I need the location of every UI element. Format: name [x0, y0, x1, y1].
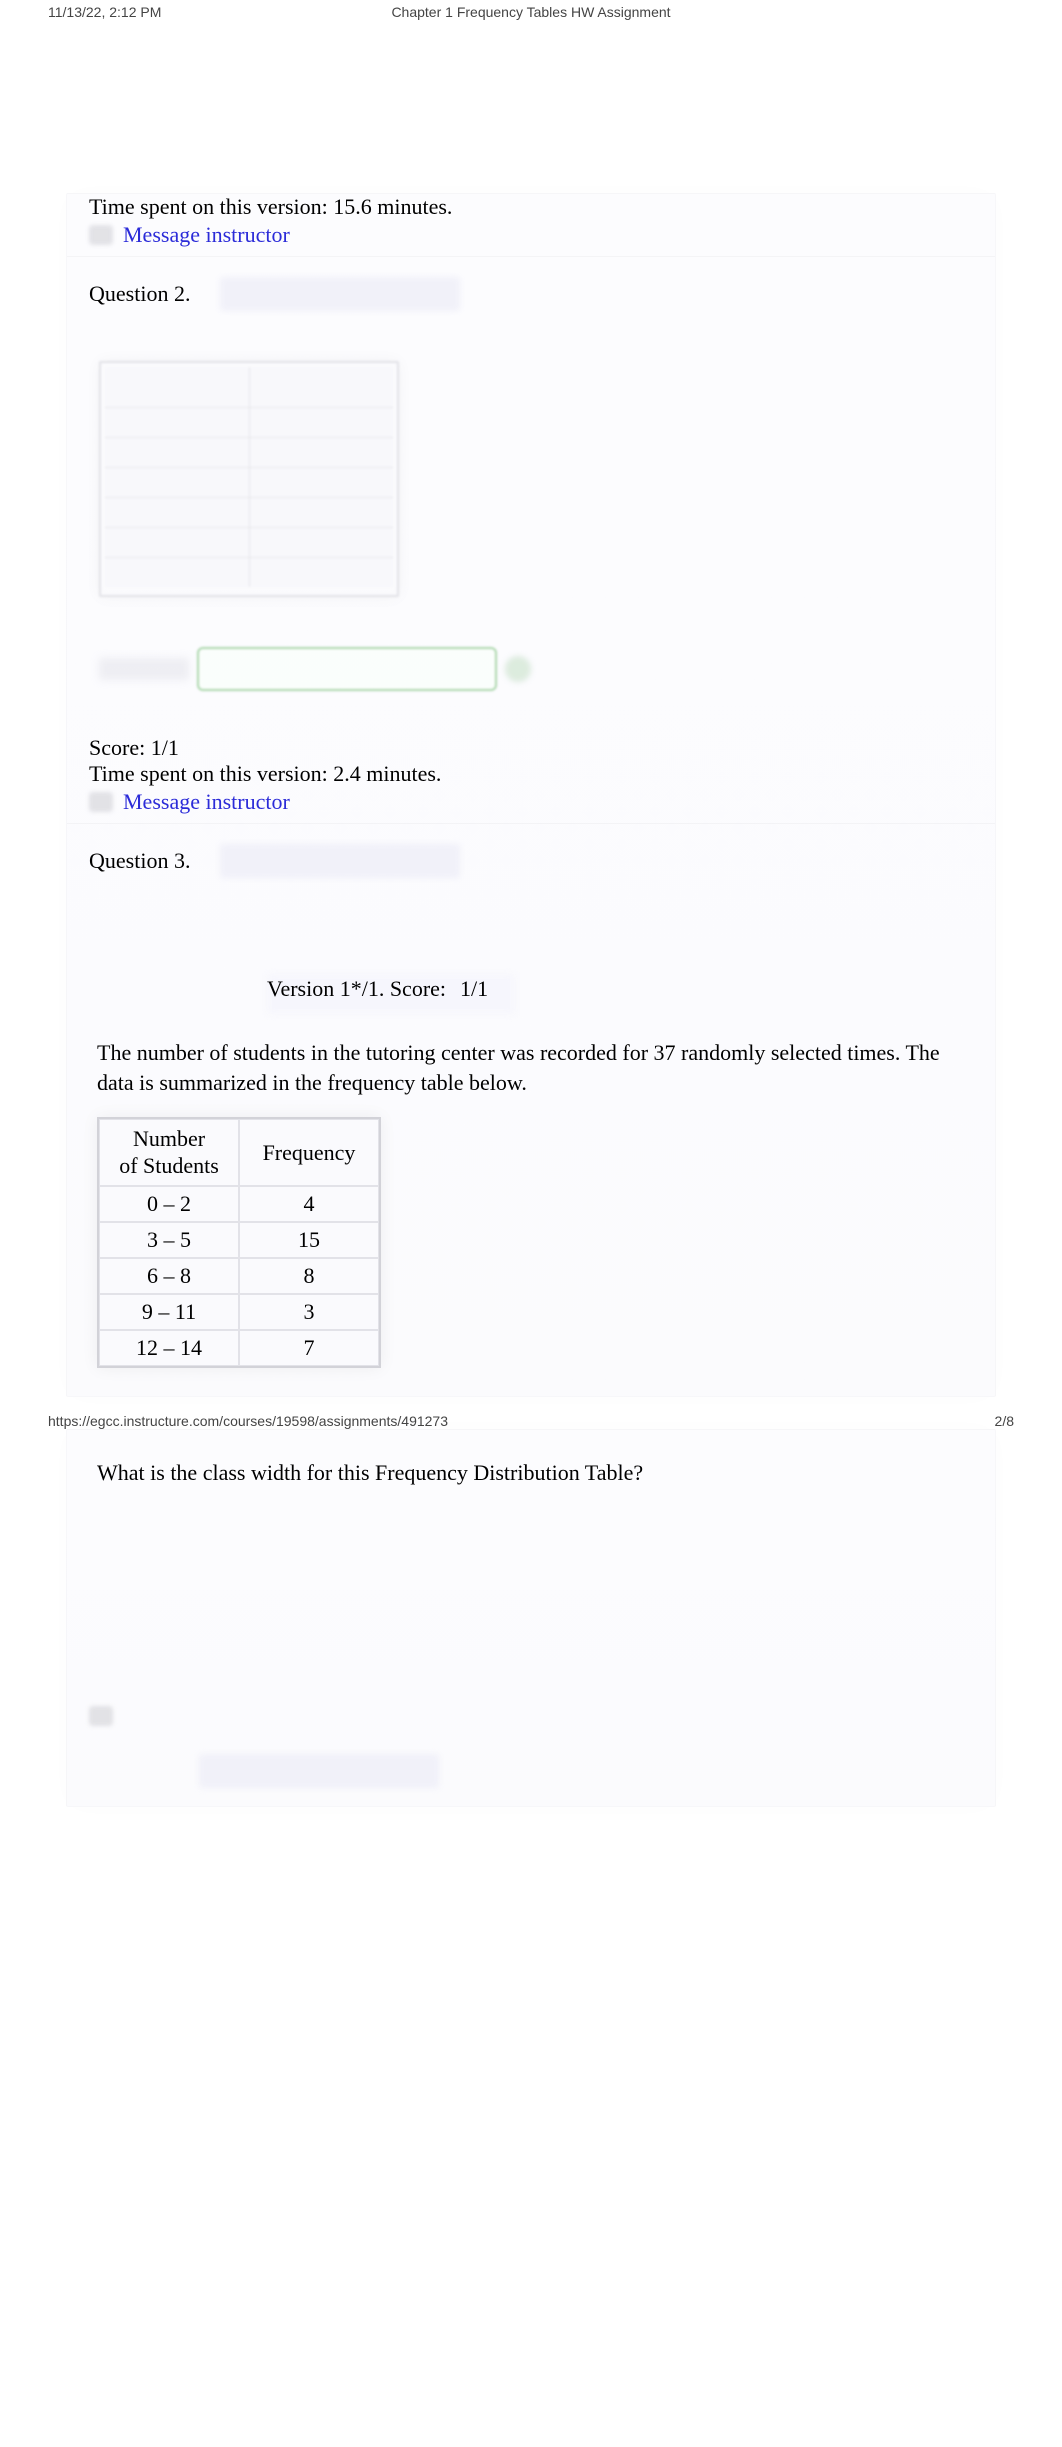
answer-input-redacted[interactable]: [197, 647, 497, 691]
table-row: 3 – 5 15: [99, 1222, 379, 1258]
question-3-version-row: Version 1*/1. Score: 1/1: [67, 884, 995, 1020]
message-icon: [89, 792, 113, 812]
question-3-body: The number of students in the tutoring c…: [67, 1020, 995, 1368]
redacted-footer-row: [67, 1736, 995, 1806]
freq-cell: 3: [239, 1294, 379, 1330]
print-page-number: 2/8: [995, 1413, 1014, 1429]
version-text: Version 1*/1. Score:: [267, 976, 446, 1002]
question-2-label: Question 2.: [89, 281, 190, 307]
col1-header-line2: of Students: [119, 1153, 219, 1178]
question-2-table-redacted: [99, 361, 399, 597]
answer-correct-icon: [505, 656, 531, 682]
freq-cell: 7: [239, 1330, 379, 1366]
freq-cell: 15: [239, 1222, 379, 1258]
col-header-frequency: Frequency: [239, 1119, 379, 1186]
redacted-row: [67, 1696, 995, 1736]
table-row: 12 – 14 7: [99, 1330, 379, 1366]
message-instructor-link[interactable]: Message instructor: [123, 789, 290, 815]
table-row: 6 – 8 8: [99, 1258, 379, 1294]
version-score: 1/1: [460, 976, 488, 1002]
frequency-table: Number of Students Frequency 0 – 2 4 3 –…: [97, 1117, 381, 1368]
range-cell: 6 – 8: [99, 1258, 239, 1294]
range-cell: 3 – 5: [99, 1222, 239, 1258]
range-cell: 9 – 11: [99, 1294, 239, 1330]
question-3-followup: What is the class width for this Frequen…: [67, 1430, 995, 1486]
question-3-header: Question 3.: [67, 823, 995, 884]
range-cell: 12 – 14: [99, 1330, 239, 1366]
q2-score: Score: 1/1: [67, 721, 995, 761]
question-1-trailer: Time spent on this version: 15.6 minutes…: [66, 193, 996, 1397]
message-instructor-link[interactable]: Message instructor: [123, 222, 290, 248]
print-footer: https://egcc.instructure.com/courses/195…: [0, 1403, 1062, 1429]
table-row: 0 – 2 4: [99, 1186, 379, 1222]
table-row: 9 – 11 3: [99, 1294, 379, 1330]
question-3-continued: What is the class width for this Frequen…: [66, 1429, 996, 1807]
print-timestamp: 11/13/22, 2:12 PM: [48, 4, 161, 20]
message-icon: [89, 225, 113, 245]
print-url: https://egcc.instructure.com/courses/195…: [48, 1413, 448, 1429]
col1-header-line1: Number: [133, 1126, 205, 1151]
question-3-label: Question 3.: [89, 848, 190, 874]
question-3-prompt: The number of students in the tutoring c…: [97, 1038, 965, 1097]
question-3-scorepill-redacted: [220, 844, 460, 878]
q2-time-spent: Time spent on this version: 2.4 minutes.: [67, 761, 995, 787]
freq-cell: 4: [239, 1186, 379, 1222]
col-header-number-of-students: Number of Students: [99, 1119, 239, 1186]
print-title: Chapter 1 Frequency Tables HW Assignment: [391, 4, 670, 20]
redacted-icon: [89, 1706, 113, 1726]
question-2-header: Question 2.: [67, 256, 995, 331]
redacted-pill: [199, 1754, 439, 1788]
table-header-row: Number of Students Frequency: [99, 1119, 379, 1186]
print-header: 11/13/22, 2:12 PM Chapter 1 Frequency Ta…: [0, 0, 1062, 20]
range-cell: 0 – 2: [99, 1186, 239, 1222]
freq-cell: 8: [239, 1258, 379, 1294]
question-2-answer-row: [99, 647, 995, 691]
q1-time-spent: Time spent on this version: 15.6 minutes…: [67, 194, 995, 220]
answer-label-redacted: [99, 658, 189, 680]
question-2-scorepill-redacted: [220, 277, 460, 311]
